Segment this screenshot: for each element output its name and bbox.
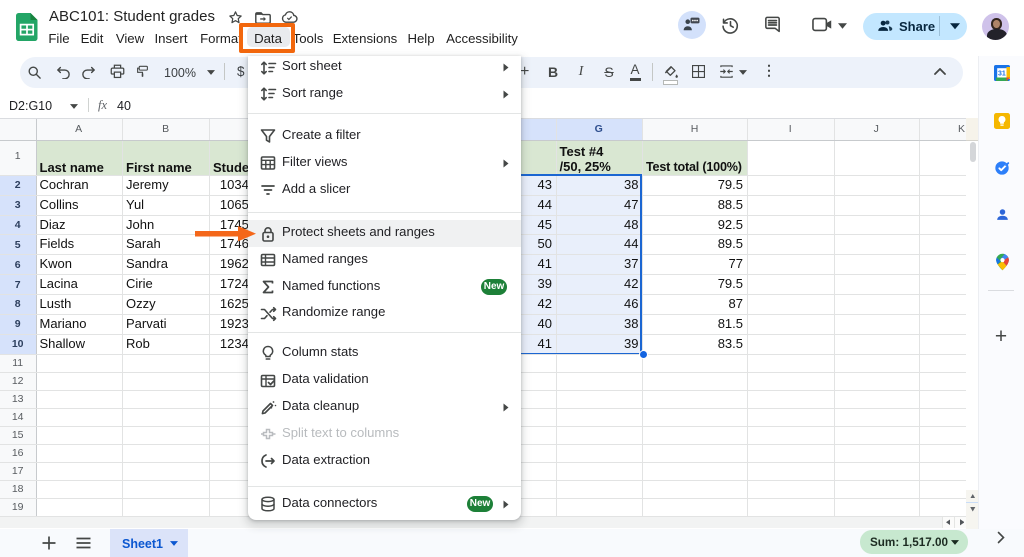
svg-text:31: 31 (998, 71, 1006, 78)
